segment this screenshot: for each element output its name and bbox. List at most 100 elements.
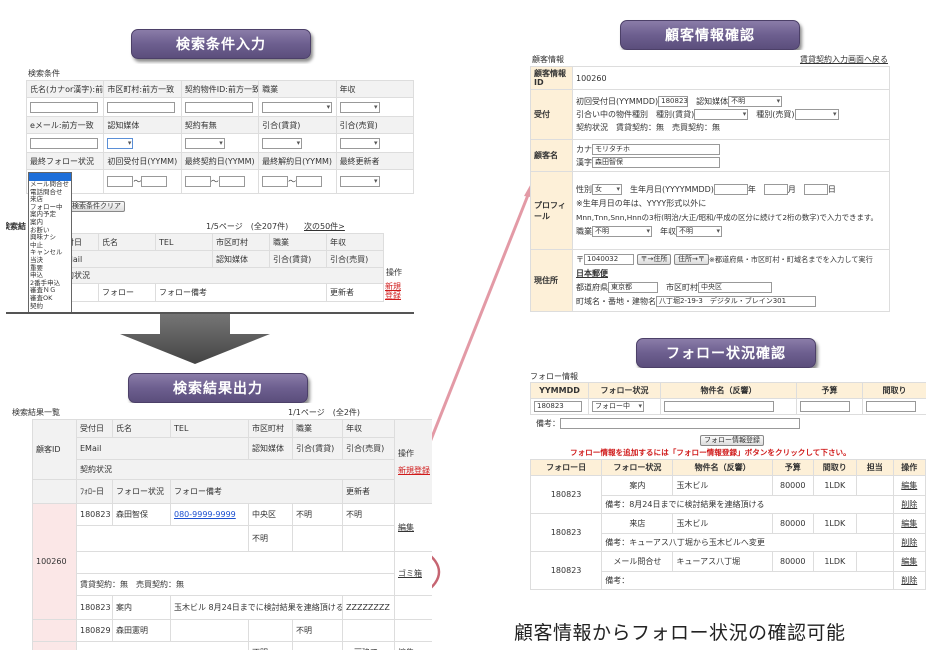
rec1-job: 不明: [292, 503, 343, 526]
inquiry-sale-select[interactable]: [339, 137, 380, 149]
label-last-updater: 最終更新者: [335, 152, 414, 170]
sex-select[interactable]: 女: [592, 183, 622, 195]
job-select[interactable]: [262, 101, 333, 113]
postal-prefix: 〒: [576, 254, 584, 264]
budget-input[interactable]: [800, 401, 850, 412]
fh-budget: 予算: [796, 382, 863, 399]
fh-date: YYMMDD: [530, 382, 589, 399]
label-inquiry-rent: 引合(賃貸): [258, 116, 337, 134]
register-follow-button[interactable]: フォロー情報登録: [700, 435, 764, 446]
memo-input[interactable]: [560, 418, 800, 429]
caption-text: 顧客情報からフォロー状況の確認可能: [514, 622, 846, 644]
inquiry-sale-select[interactable]: [794, 109, 839, 120]
h-updater: 更新者: [342, 479, 395, 504]
media-select[interactable]: [107, 137, 134, 149]
back-to-contract-link[interactable]: 賃貸契約入力画面へ戻る: [800, 54, 888, 65]
last-contract-from[interactable]: [184, 176, 211, 187]
label-inquiry-sale: 引合(売買): [335, 116, 414, 134]
search-result-side-label: 検索結: [6, 222, 26, 231]
rec1-media: 不明: [248, 525, 293, 552]
follow-delete-link[interactable]: 削除: [901, 538, 917, 547]
label-city: 市区町村:前方一致: [103, 80, 182, 98]
rec1-tel[interactable]: 080-9999-9999: [174, 510, 236, 519]
follow-delete-link[interactable]: 削除: [901, 500, 917, 509]
follow-list-budget: 80000: [771, 513, 814, 534]
lh-operation: 操作: [892, 459, 926, 476]
label-last-contract: 最終契約日(YYMM): [180, 152, 260, 170]
city-input[interactable]: 中央区: [698, 281, 772, 293]
result-new-register[interactable]: 新規登録: [398, 465, 430, 476]
street-input[interactable]: 八丁堀2-19-3 デジタル・ブレイン301: [656, 295, 816, 307]
birth-day-input[interactable]: [803, 183, 828, 195]
last-contract-to[interactable]: [218, 176, 245, 187]
first-date-from[interactable]: [107, 176, 134, 187]
new-register-link[interactable]: 新規登録: [385, 282, 405, 300]
inquiry-rent-select[interactable]: [694, 109, 749, 120]
income-select[interactable]: [339, 101, 380, 113]
follow-list-layout: 1LDK: [812, 513, 857, 534]
rec2-income: 一戸建て: [342, 641, 395, 650]
follow-row-status: 案内: [112, 595, 171, 620]
customer-section-title: 顧客情報: [532, 55, 564, 64]
job-select[interactable]: 不明: [592, 225, 652, 237]
rec1-contract: 賃貸契約：無 売買契約：無: [76, 573, 395, 596]
follow-status-select[interactable]: フォロー中: [592, 401, 644, 412]
birth-year-input[interactable]: [713, 183, 748, 195]
contract-id-input[interactable]: [184, 101, 253, 113]
lh-layout: 間取り: [812, 459, 857, 476]
follow-edit-link[interactable]: 編集: [901, 519, 917, 528]
income-select[interactable]: 不明: [676, 225, 722, 237]
layout-input[interactable]: [866, 401, 916, 412]
media-select[interactable]: 不明: [728, 96, 783, 107]
follow-date-input[interactable]: 180823: [534, 401, 582, 412]
follow-edit-link[interactable]: 編集: [901, 557, 917, 566]
birth-month-input[interactable]: [763, 183, 788, 195]
postal-to-address-button[interactable]: 〒→住所: [636, 253, 672, 265]
contract-select[interactable]: [184, 137, 225, 149]
property-input[interactable]: [664, 401, 774, 412]
fh-layout: 間取り: [862, 382, 926, 399]
day-suffix: 日: [827, 184, 836, 194]
follow-delete-link[interactable]: 削除: [901, 576, 917, 585]
memo-label: 備考：: [536, 419, 560, 428]
updater-select[interactable]: [339, 176, 380, 187]
follow-edit-link[interactable]: 編集: [901, 481, 917, 490]
japan-post-link[interactable]: 日本郵便: [576, 267, 886, 281]
lh-date: フォロー日: [529, 459, 603, 476]
h-follow-remark: フォロー備考: [170, 479, 343, 504]
follow-list-staff: [855, 551, 894, 572]
postal-input[interactable]: 1040032: [584, 253, 634, 265]
first-date-input[interactable]: 180823: [658, 96, 689, 107]
follow-list-property: キューアス八丁堀: [672, 551, 773, 572]
col-media: 認知媒体: [212, 250, 270, 268]
lh-property: 物件名（反響）: [672, 459, 773, 476]
h-name: 氏名: [112, 419, 171, 438]
next-page-link[interactable]: 次の50件>: [304, 221, 345, 232]
col-follow: フォロー: [98, 283, 156, 302]
follow-status-dropdown[interactable]: メール問合せ 電話問合せ 来店 フォロー中 案内予定 案内 お断い 興味ナシ 中止 キャンセル 当決…: [28, 172, 72, 312]
search-pager: 1/5ページ (全207件): [206, 222, 289, 231]
year-suffix: 年: [747, 184, 756, 194]
last-cancel-from[interactable]: [262, 176, 289, 187]
label-name: 氏名(カナor漢字):前方一致: [25, 80, 105, 98]
email-input[interactable]: [30, 137, 98, 149]
name-input[interactable]: [30, 101, 98, 113]
city-input[interactable]: [107, 101, 176, 113]
h-inquiry-rent: 引合(賃貸): [292, 437, 343, 460]
first-date-to[interactable]: [141, 176, 168, 187]
address-to-postal-button[interactable]: 住所→〒: [673, 253, 709, 265]
clear-conditions-button[interactable]: 検索条件クリア: [68, 201, 125, 212]
rec1-edit-link[interactable]: 編集: [398, 523, 414, 532]
search-form-panel: 検索条件 氏名(カナor漢字):前方一致 市区町村:前方一致 契約物件ID:前方…: [6, 64, 414, 314]
rec1-trash-link[interactable]: ゴミ箱: [398, 569, 422, 578]
label-email: eメール:前方一致: [25, 116, 105, 134]
rec2-date: 180829: [76, 619, 113, 642]
pref-input[interactable]: 東京都: [608, 281, 658, 293]
col-contract: 約状況: [62, 267, 384, 284]
h-follow-status: フォロー状況: [112, 479, 171, 504]
kanji-input[interactable]: 森田智保: [592, 156, 720, 168]
last-cancel-to[interactable]: [296, 176, 323, 187]
kana-input[interactable]: モリタチホ: [592, 143, 720, 155]
inquiry-rent-select[interactable]: [262, 137, 303, 149]
dropdown-option[interactable]: 契約: [29, 302, 71, 311]
